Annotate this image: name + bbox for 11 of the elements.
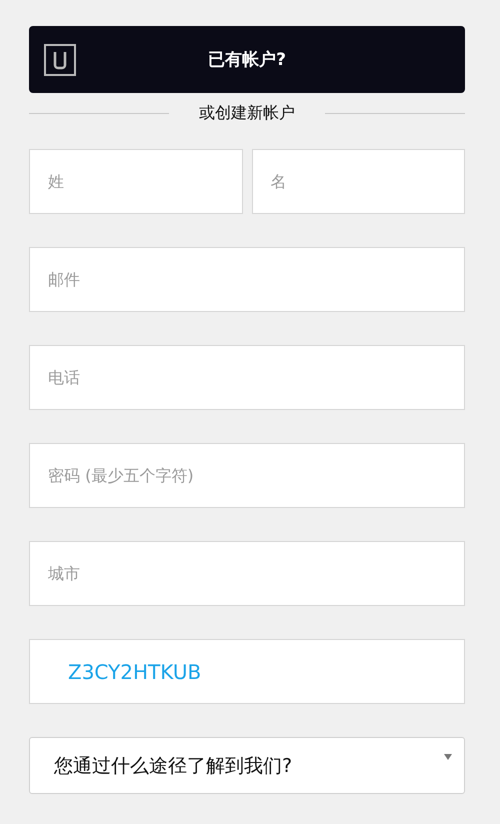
input-field[interactable]: 密码 (最少五个字符) [29, 443, 465, 508]
input-field[interactable]: 邮件 [29, 247, 465, 312]
input-field[interactable]: 城市 [29, 541, 465, 606]
input-field[interactable]: 电话 [29, 345, 465, 410]
name-field[interactable]: 姓 [29, 149, 242, 214]
source-dropdown[interactable]: 您通过什么途径了解到我们? [29, 737, 465, 794]
logo-icon [44, 44, 76, 76]
name-field[interactable]: 名 [252, 149, 465, 214]
caret-icon [444, 754, 452, 760]
login-button[interactable]: 已有帐户? [29, 26, 465, 93]
divider-label: 或创建新帐户 [199, 102, 295, 124]
